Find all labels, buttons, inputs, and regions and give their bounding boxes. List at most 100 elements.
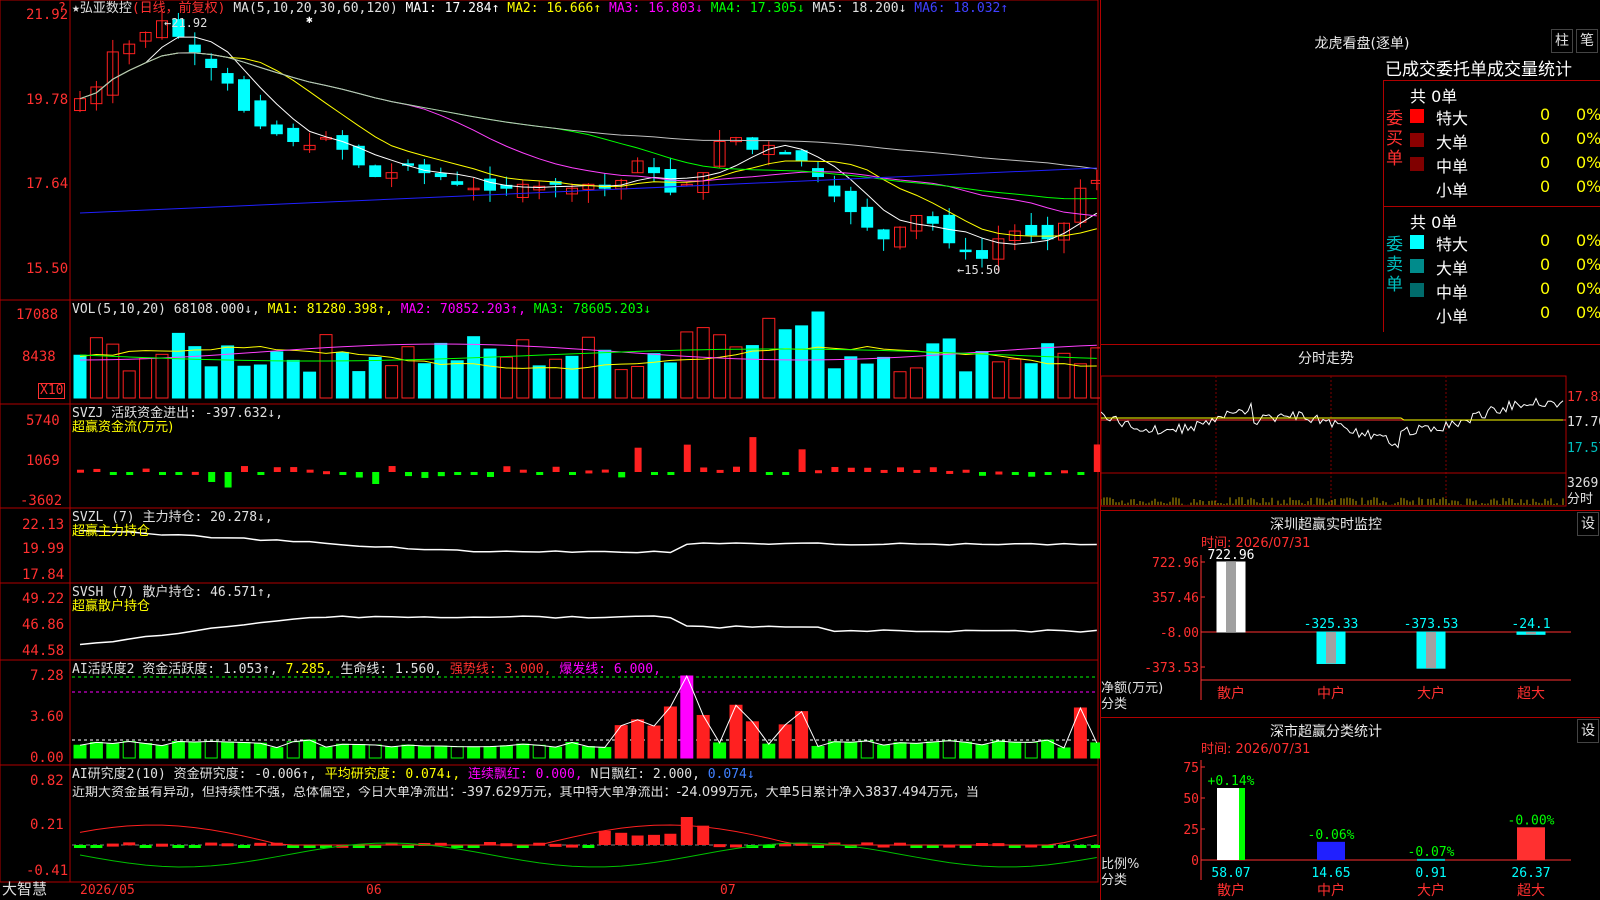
vol-axis-1: 17088 (16, 307, 59, 323)
monitor-settings-button[interactable]: 设 (1577, 512, 1599, 536)
fund-flow-bar (651, 472, 658, 475)
svzj-subtitle: 超赢资金流(万元) (72, 420, 174, 435)
row-count: 0 (1540, 129, 1551, 148)
color-swatch (1410, 235, 1424, 249)
fund-flow-bar (126, 472, 134, 475)
activity-bar (631, 719, 645, 759)
activity-bar (253, 742, 267, 759)
ma-value-3: MA3: 16.803↓ (609, 1, 711, 16)
activity-bar (319, 746, 333, 759)
activity-bar (713, 742, 727, 759)
volume-bar (598, 349, 612, 399)
research-bar (1058, 845, 1070, 848)
net-cat-label: 大户 (1417, 685, 1445, 702)
activity-bar (417, 745, 431, 759)
ma-legend: MA(5,10,20,30,60,120) MA1: 17.284↑ MA2: … (233, 1, 1008, 16)
research-bar (549, 843, 562, 847)
volume-bar (663, 362, 677, 399)
sell-total: 共 0单 (1410, 213, 1458, 232)
activity-bar (909, 742, 923, 759)
activity-bar (942, 740, 956, 759)
kline-chart-area[interactable] (0, 0, 1100, 900)
fund-flow-bar (388, 466, 396, 472)
fund-flow-bar (683, 444, 691, 472)
pen-mode-button[interactable]: 笔 (1576, 29, 1598, 53)
candle-body (976, 250, 988, 259)
question-mark[interactable]: ? (58, 2, 66, 16)
sell-section: 委卖单 共 0单 特大 0 0% 大单 0 0% 中单 0 0% 小单 0 0% (1383, 206, 1600, 332)
color-swatch (1410, 307, 1424, 321)
fund-flow-bar (929, 467, 937, 472)
classify-axis-label: 25 (1183, 823, 1199, 838)
price-axis-4: 15.50 (26, 261, 69, 277)
volume-bar (532, 365, 546, 399)
activity-bar (926, 741, 940, 759)
fund-flow-bar (405, 472, 412, 477)
volume-bar (827, 368, 841, 399)
bar-mode-button[interactable]: 柱 (1551, 29, 1573, 53)
ma-line (79, 36, 1098, 245)
monitor-axis-label: 722.96 (1152, 556, 1199, 571)
fund-flow-bar (355, 472, 363, 478)
volume-bar (614, 369, 628, 399)
research-bar (730, 844, 742, 848)
buy-total: 共 0单 (1410, 87, 1458, 106)
svzl-axis-1: 22.13 (22, 517, 65, 533)
activity-bar (549, 746, 563, 759)
chart-period[interactable]: (日线，前复权) (132, 1, 226, 16)
retail-holding-line (79, 615, 1097, 646)
candle-body (746, 137, 759, 150)
activity-bar (893, 742, 907, 759)
row-label: 特大 (1436, 109, 1469, 128)
ai-value-1: 7.285, (285, 662, 341, 677)
volume-bar (1057, 352, 1071, 399)
ratio-value-label: 26.37 (1511, 866, 1550, 881)
ma-value-5: MA5: 18.200↓ (812, 1, 915, 16)
fund-flow-bar (765, 472, 773, 475)
fund-flow-bar (536, 472, 544, 475)
star-icon[interactable]: ★ (72, 1, 80, 16)
color-swatch (1410, 157, 1424, 171)
volume-bars (73, 311, 1100, 399)
vol-value-3: MA2: 70852.203↑, (400, 302, 534, 317)
activity-bar (680, 675, 694, 759)
low-price-marker: ←15.50 (957, 263, 1001, 277)
color-swatch (1410, 109, 1424, 123)
fund-flow-bar (798, 449, 806, 472)
ratio-cat-label: 大户 (1417, 882, 1445, 899)
research-bar (648, 834, 660, 845)
volume-bar (942, 338, 956, 399)
fund-flow-bar (831, 466, 839, 472)
activity-bar (516, 743, 530, 759)
activity-bar (795, 711, 809, 759)
research-legend: AI研究度2(10) 资金研究度: -0.006↑, 平均研究度: 0.074↓… (72, 768, 755, 782)
volume-bar (778, 329, 792, 399)
vol-unit: X10 (38, 383, 66, 399)
classify-axis-label: 0 (1191, 854, 1199, 869)
fund-flow-bar (552, 466, 560, 472)
brand-label[interactable]: 大智慧 (2, 882, 47, 897)
ratio-cat-label: 中户 (1317, 882, 1345, 899)
research-bar (680, 817, 693, 845)
fund-flow-bar (946, 470, 954, 474)
color-swatch (1410, 259, 1424, 273)
volume-bar (237, 365, 251, 399)
ratio-value-label: 14.65 (1311, 866, 1350, 881)
volume-bar (713, 334, 727, 399)
ma-line-120 (79, 167, 1097, 214)
net-bar-label: 722.96 (1208, 548, 1255, 563)
volume-bar (401, 346, 415, 399)
activity-bar (827, 741, 841, 759)
ai-value-0: AI活跃度2 资金活跃度: 1.053↑, (72, 662, 286, 677)
candle-body (877, 229, 890, 240)
svsh-axis-3: 44.58 (22, 643, 65, 659)
fund-flow-bar (1028, 472, 1036, 477)
fund-flow-bar (585, 470, 593, 474)
row-pct: 0% (1576, 303, 1600, 322)
order-row-特大: 特大 0 0% (1410, 105, 1600, 128)
row-pct: 0% (1576, 279, 1600, 298)
volume-bar (893, 371, 907, 399)
activity-bars (72, 674, 1100, 759)
activity-bar (155, 745, 169, 759)
intraday-chart[interactable] (1101, 368, 1600, 508)
